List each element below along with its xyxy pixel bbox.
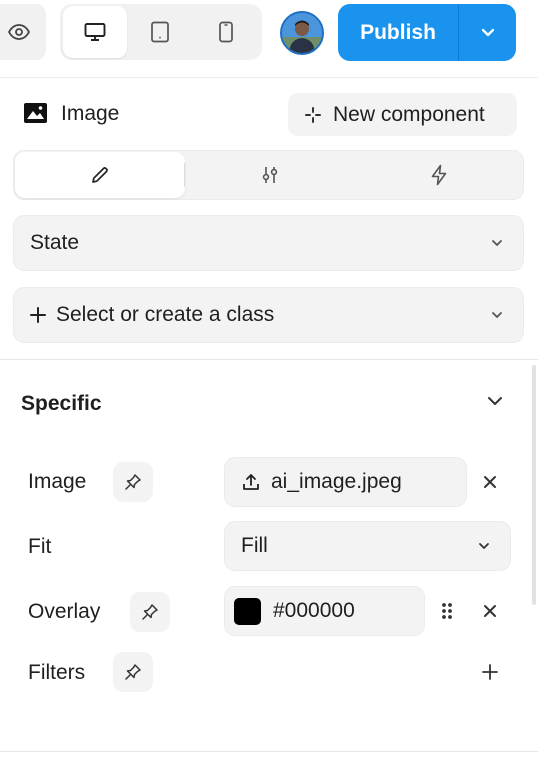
preview-button[interactable] <box>0 4 46 60</box>
pin-icon <box>141 603 159 621</box>
overlay-drag-handle[interactable] <box>433 597 461 625</box>
sliders-icon <box>260 165 280 185</box>
image-file-name: ai_image.jpeg <box>271 470 402 493</box>
image-prop-label: Image <box>28 470 87 493</box>
remove-overlay-button[interactable] <box>476 597 504 625</box>
state-label: State <box>30 231 80 254</box>
add-filter-button[interactable] <box>476 658 504 686</box>
pin-icon <box>124 663 142 681</box>
overlay-prop-label: Overlay <box>28 600 101 623</box>
close-icon <box>483 604 497 618</box>
tablet-icon <box>150 21 170 43</box>
chevron-down-icon <box>491 239 503 247</box>
user-avatar[interactable] <box>280 11 324 55</box>
fit-select[interactable]: Fill <box>224 521 511 571</box>
pin-icon <box>124 473 142 491</box>
color-swatch[interactable] <box>234 597 261 625</box>
drag-handle-icon <box>441 602 453 620</box>
publish-button[interactable]: Publish <box>338 4 458 61</box>
state-select[interactable]: State <box>13 215 524 271</box>
tab-interactions[interactable] <box>355 152 523 198</box>
desktop-view-button[interactable] <box>63 6 127 58</box>
lightning-icon <box>430 164 448 186</box>
plus-icon <box>482 664 498 680</box>
publish-options-button[interactable] <box>459 4 516 61</box>
phone-icon <box>218 21 234 43</box>
fit-prop-label: Fit <box>28 535 52 558</box>
element-title: Image <box>61 102 120 125</box>
fit-value: Fill <box>241 534 268 557</box>
pencil-icon <box>90 165 110 185</box>
mobile-view-button[interactable] <box>194 6 258 58</box>
image-file-field[interactable]: ai_image.jpeg <box>224 457 467 507</box>
section-title-specific: Specific <box>21 392 102 415</box>
overlay-color-value: #000000 <box>273 599 355 622</box>
pin-filters-button[interactable] <box>113 652 153 692</box>
filters-prop-label: Filters <box>28 661 86 684</box>
clear-image-button[interactable] <box>476 468 504 496</box>
chevron-down-icon[interactable] <box>487 396 503 406</box>
device-switcher <box>60 4 262 60</box>
sparkle-icon <box>305 106 321 123</box>
new-component-button[interactable]: New component <box>288 93 517 136</box>
tablet-view-button[interactable] <box>128 6 192 58</box>
chevron-down-icon <box>481 28 495 37</box>
eye-icon <box>8 24 30 40</box>
close-icon <box>483 475 497 489</box>
image-icon <box>24 103 47 123</box>
chevron-down-icon <box>478 542 490 550</box>
publish-button-group: Publish <box>338 4 516 61</box>
upload-icon <box>242 473 260 491</box>
class-select[interactable]: Select or create a class <box>13 287 524 343</box>
chevron-down-icon <box>491 311 503 319</box>
monitor-icon <box>84 22 106 42</box>
panel-tabs <box>13 150 524 200</box>
class-select-label: Select or create a class <box>56 303 275 326</box>
panel-scrollbar[interactable] <box>532 365 536 605</box>
overlay-color-field[interactable]: #000000 <box>224 586 425 636</box>
section-divider <box>0 751 538 752</box>
top-toolbar: Publish <box>0 0 538 78</box>
pin-image-button[interactable] <box>113 462 153 502</box>
section-divider <box>0 359 538 360</box>
tab-settings[interactable] <box>185 152 355 198</box>
plus-icon <box>30 307 46 323</box>
tab-style[interactable] <box>15 152 185 198</box>
new-component-label: New component <box>333 102 485 126</box>
pin-overlay-button[interactable] <box>130 592 170 632</box>
